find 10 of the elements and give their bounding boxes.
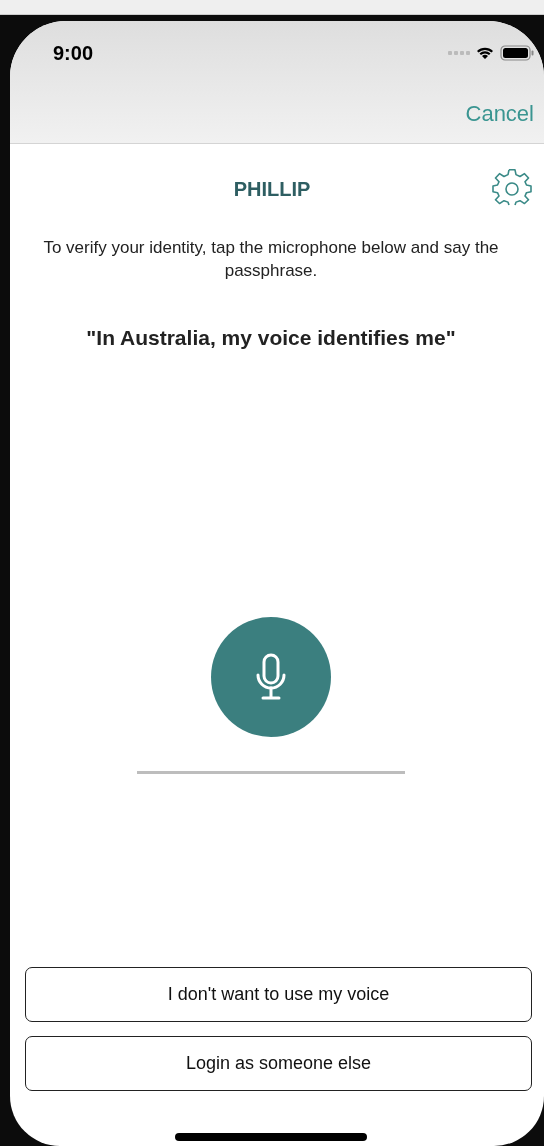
passphrase-text: "In Australia, my voice identifies me" [85,326,457,350]
battery-icon [500,45,534,61]
option-button[interactable]: Login as someone else [25,1036,532,1091]
option-button[interactable]: I don't want to use my voice [25,967,532,1022]
status-time: 9:00 [53,41,94,65]
microphone-icon [254,653,288,701]
profile-name: PHILLIP [233,177,312,201]
wifi-icon [476,46,494,60]
instruction-text: To verify your identity, tap the microphone below and say the passphrase. [42,237,500,282]
signal-icon [448,50,470,56]
